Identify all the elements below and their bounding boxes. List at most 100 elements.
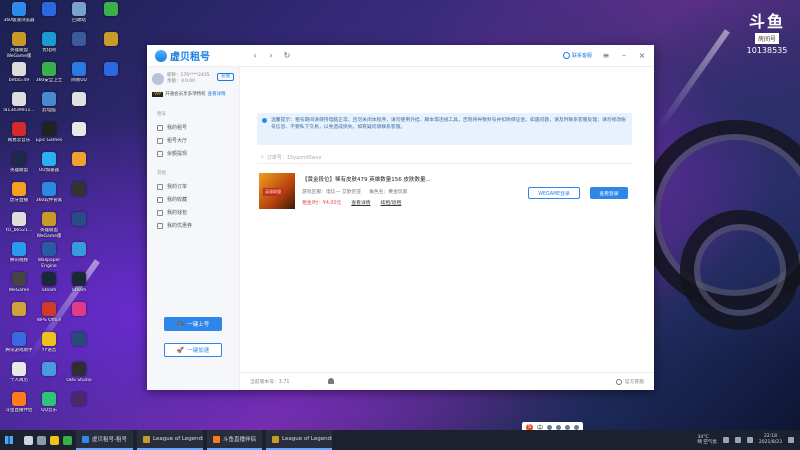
app-icon [72,122,86,136]
quick-login-button[interactable]: 🎮 一键上号 [164,317,222,331]
view-details-link[interactable]: 查看详情 [351,199,370,206]
sidebar: 昵称：176****2435 余额：￥0.00 充值 VIP 开通会员享多项特权… [147,67,240,390]
desktop-icon-label: OBS Studio [66,378,92,383]
system-tray: 34°C 晴 空气优 22:18 2021/8/23 [697,434,800,446]
taskbar-task[interactable]: League of Legends -... [266,430,333,450]
recharge-button[interactable]: 充值 [217,73,234,81]
order-title[interactable]: 【黄金段位】稀有皮肤479 英雄数量156 皮肤数量... [302,175,502,183]
wallpaper-stripe [656,29,730,131]
sidebar-item-label: 我的钱包 [167,210,188,216]
menu-button[interactable]: ≡ [602,51,610,60]
ime-keyboard-icon[interactable] [565,424,571,430]
sidebar-other-item[interactable]: 我的收藏 [147,193,239,206]
minimize-button[interactable]: – [620,51,628,60]
start-button[interactable] [0,430,18,450]
taskbar-task[interactable]: 斗鱼直播伴侣 [207,430,263,450]
search-icon[interactable] [24,435,33,445]
order-search-input[interactable]: ⌕ 订单号：15yazmf0wvx [257,151,632,164]
renew-return-link[interactable]: 续租/退租 [381,199,402,206]
clock[interactable]: 22:18 2021/8/23 [759,434,782,446]
notice-text: 温馨提示：租号期间请保持电脑正常，且勿关闭本程序，请勿使用外挂、脚本等违规工具，… [271,118,626,130]
desktop-icon[interactable] [62,92,96,126]
network-icon[interactable] [722,437,729,443]
desktop-icon[interactable]: Epic Games [32,122,66,156]
quick-accelerate-button[interactable]: 🚀 一键加速 [164,343,222,357]
desktop-icon[interactable] [62,242,96,276]
notification-icon[interactable] [788,437,794,443]
app-icon [104,2,118,16]
desktop-icon[interactable]: UU加速器 [32,152,66,186]
desktop-icon-label: Steam [71,288,87,293]
refresh-button[interactable]: ↻ [282,51,292,61]
battery-icon[interactable] [746,437,753,443]
desktop-icon[interactable]: 个人简历 [2,362,36,396]
sidebar-other-item[interactable]: 我的优惠券 [147,219,239,232]
desktop-icon[interactable]: 网易UU [62,62,96,96]
desktop-icon[interactable]: 此电脑 [32,92,66,126]
desktop-icon[interactable] [62,332,96,366]
desktop-icon[interactable] [62,182,96,216]
app-icon [42,32,56,46]
app-icon [12,212,26,226]
windows-icon [5,436,13,444]
desktop-icon[interactable] [62,302,96,336]
app-icon [12,332,26,346]
game-thumbnail[interactable]: 英雄联盟 [259,173,295,209]
app-icon [104,62,118,76]
sidebar-section-rent: 租号 [157,112,166,117]
weather-widget[interactable]: 34°C 晴 空气优 [697,435,716,446]
close-button[interactable]: × [638,51,646,60]
desktop-icon[interactable] [62,122,96,156]
desktop-icon[interactable]: QQ音乐 [32,392,66,426]
desktop-icon[interactable] [62,212,96,246]
desktop-icon[interactable]: YY语音 [32,332,66,366]
sidebar-item-label: 余额提现 [167,151,188,157]
task-view-icon[interactable] [37,435,46,445]
app-icon [72,62,86,76]
sidebar-rent-item[interactable]: 余额提现 [147,147,239,160]
desktop-icon[interactable]: 英雄联盟 WeGame版 [32,212,66,246]
taskbar-task[interactable]: League of Legends [137,430,203,450]
taskbar-task[interactable]: 虚贝租号-租号 [76,430,133,450]
official-service-link[interactable]: 官方客服 [615,378,644,385]
volume-icon[interactable] [734,437,741,443]
ime-voice-icon[interactable] [556,424,562,430]
customer-service-button[interactable]: 联系客服 [562,52,592,59]
desktop-icon[interactable] [62,152,96,186]
browser-icon[interactable] [63,435,72,445]
desktop-icon[interactable]: 360软件管家 [32,182,66,216]
desktop-icon[interactable] [62,32,96,66]
back-button[interactable]: ‹ [250,51,260,61]
app-icon [72,92,86,106]
vip-details-link[interactable]: 查看详情 [208,91,226,97]
wegame-login-button[interactable]: WEGAME登录 [528,187,580,199]
desktop-icon[interactable]: 优化网 [32,32,66,66]
app-icon [42,152,56,166]
desktop-icon[interactable] [94,32,128,66]
task-label: 虚贝租号-租号 [92,437,127,443]
sidebar-rent-item[interactable]: 我的租号 [147,121,239,134]
desktop-icon[interactable] [94,62,128,96]
app-icon [104,32,118,46]
desktop-icon[interactable] [62,392,96,426]
bell-icon[interactable] [328,378,334,384]
desktop-icon[interactable] [94,2,128,36]
desktop-icon[interactable]: 360极速浏览器 [2,2,36,36]
sidebar-rent-item[interactable]: 租号大厅 [147,134,239,147]
app-icon [72,212,86,226]
file-explorer-icon[interactable] [50,435,59,445]
sidebar-other-item[interactable]: 我的钱包 [147,206,239,219]
app-icon [72,362,86,376]
desktop-icon[interactable]: OBS Studio [62,362,96,396]
avatar[interactable] [152,73,164,85]
ime-punct-icon[interactable] [547,424,553,430]
desktop-icon[interactable]: WPS Office [32,302,66,336]
desktop-icon[interactable]: 回收站 [62,2,96,36]
official-service-label: 官方客服 [624,380,644,385]
forward-button[interactable]: › [266,51,276,61]
sidebar-other-item[interactable]: 我的订单 [147,180,239,193]
ime-skin-icon[interactable] [574,424,580,430]
desktop-icon[interactable]: Wallpaper Engine [32,242,66,276]
view-login-button[interactable]: 查看登录 [590,187,628,199]
desktop-icon[interactable]: Steam [62,272,96,306]
